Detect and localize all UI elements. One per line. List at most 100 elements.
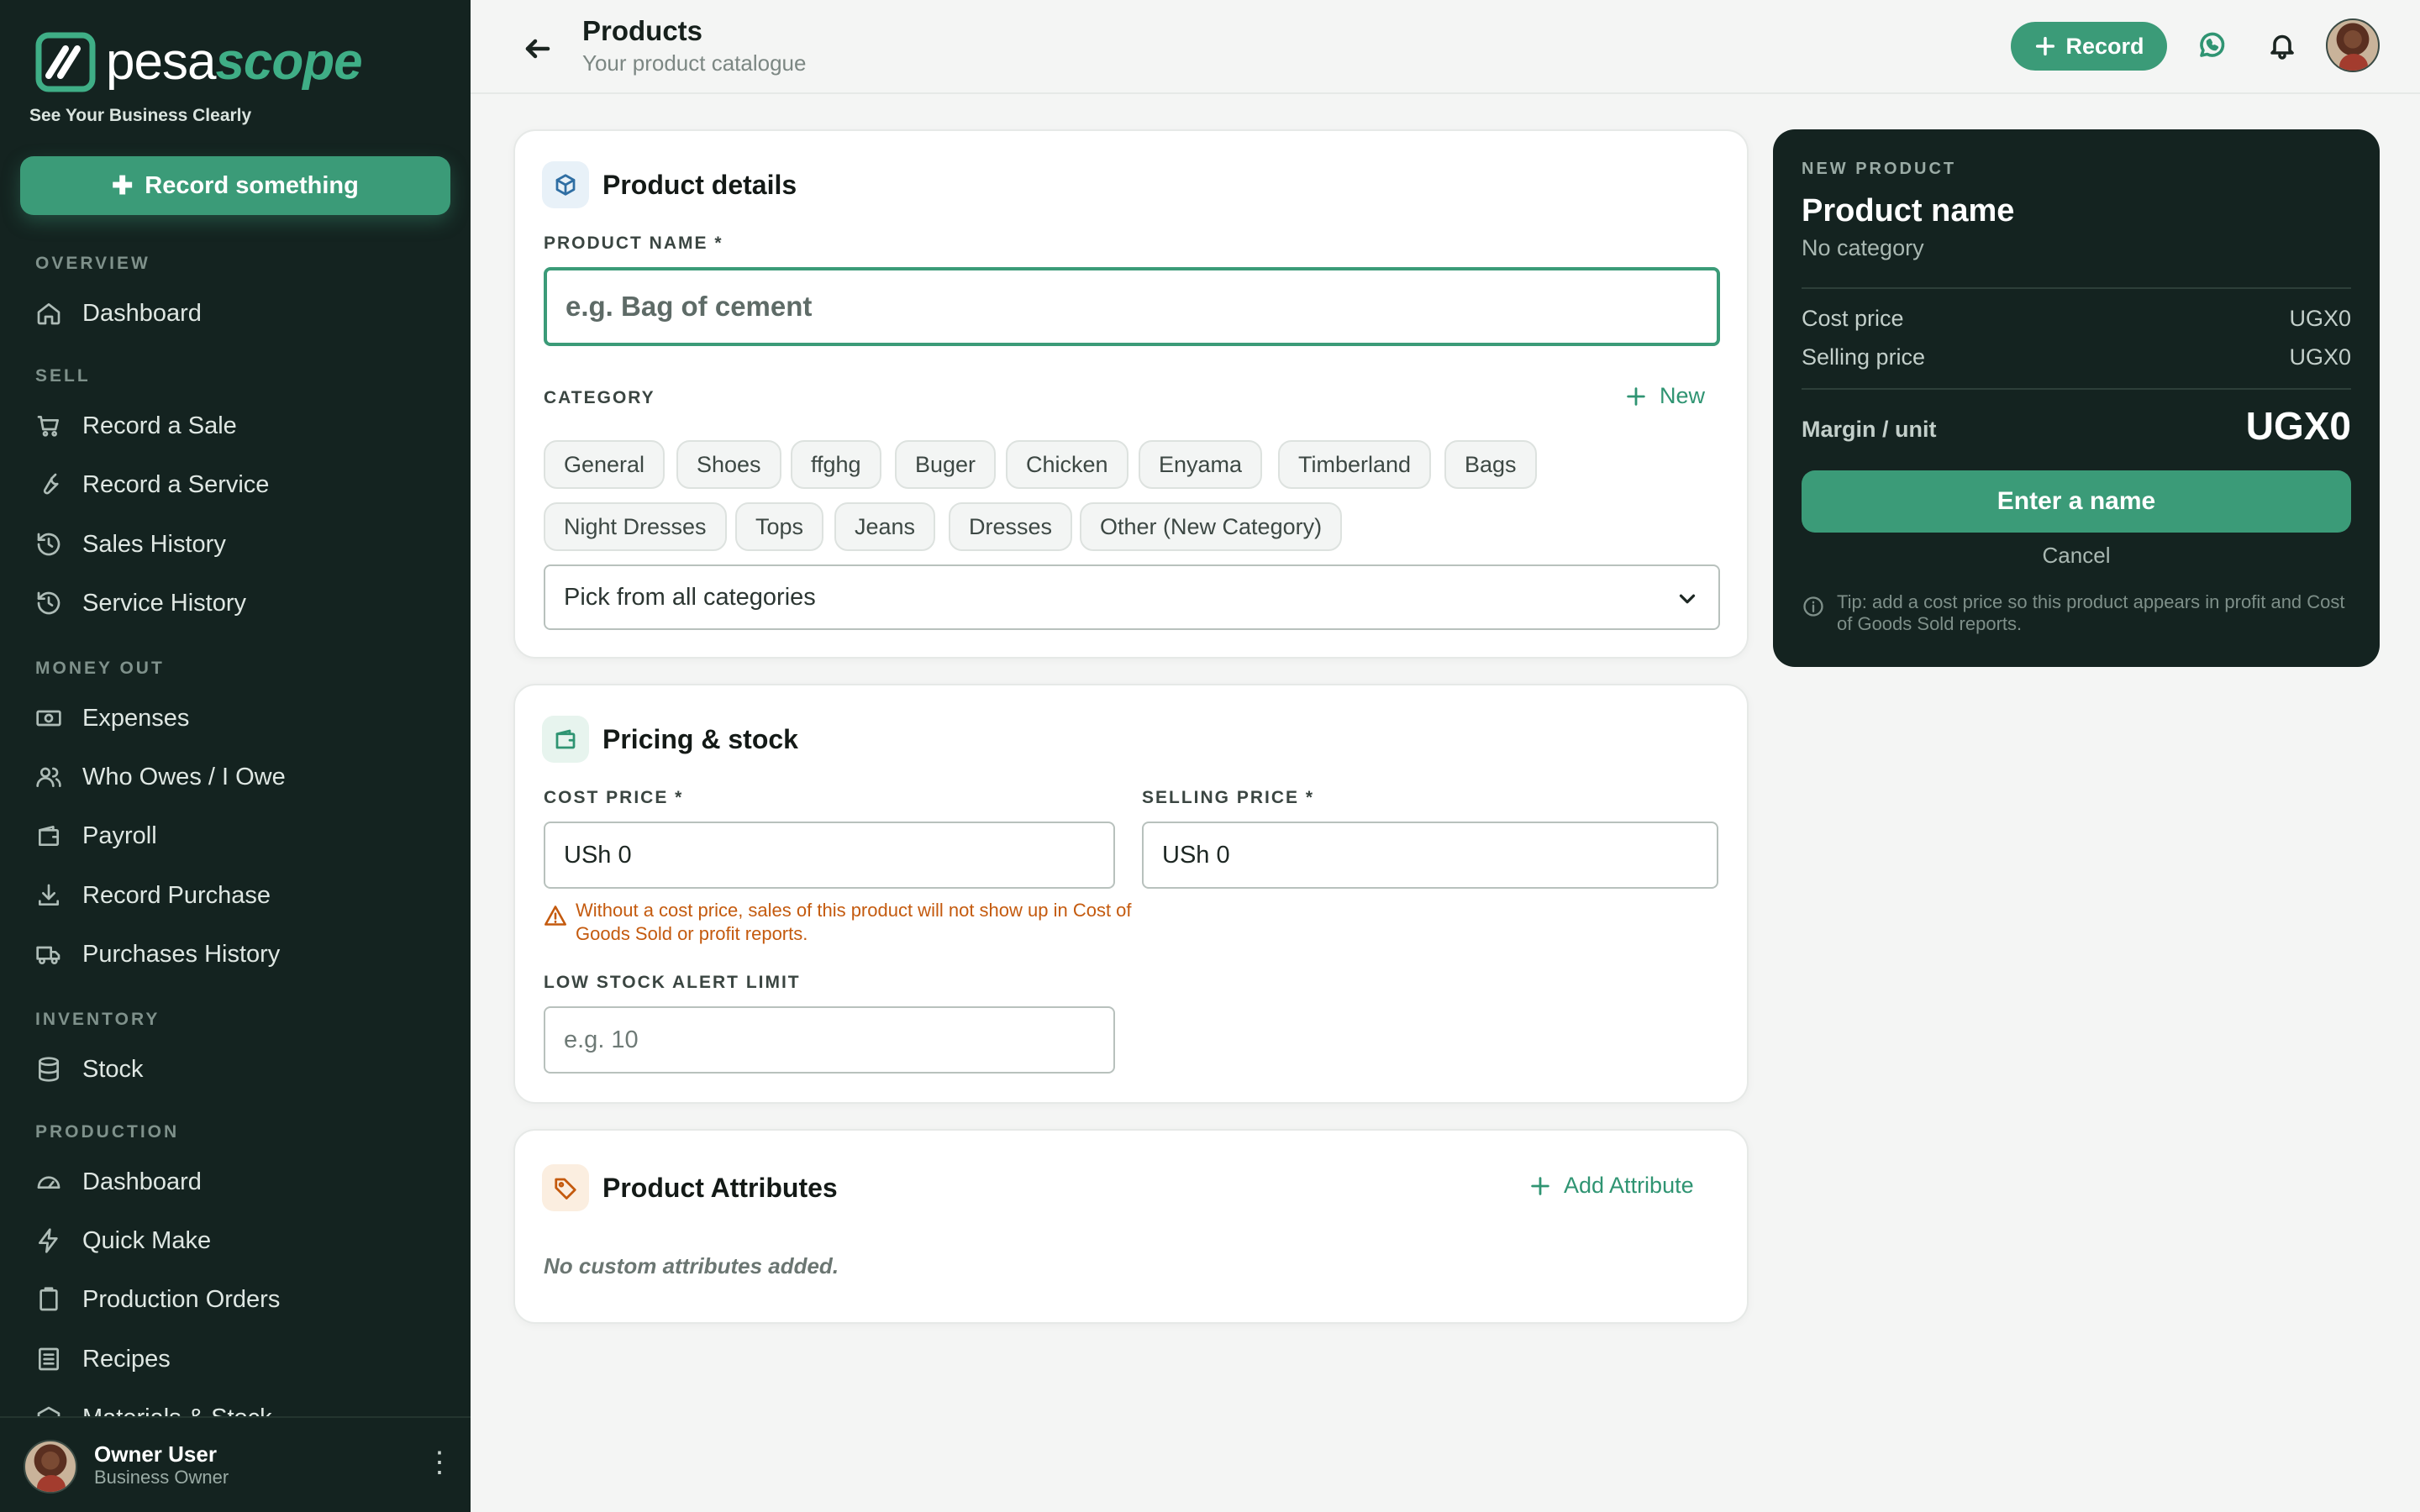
warning-icon — [544, 906, 566, 926]
user-role: Business Owner — [94, 1467, 229, 1488]
plus-icon — [1627, 386, 1645, 406]
sidebar-item-dashboard[interactable]: Dashboard — [35, 292, 202, 334]
product-preview-panel: NEW PRODUCT Product name No category Cos… — [1773, 129, 2380, 667]
category-chip[interactable]: Jeans — [834, 502, 936, 551]
preview-tip: Tip: add a cost price so this product ap… — [1802, 591, 2351, 635]
preview-cost-label: Cost price — [1802, 306, 1904, 331]
cancel-link[interactable]: Cancel — [1802, 543, 2351, 569]
preview-eyebrow: NEW PRODUCT — [1802, 160, 1957, 178]
card-title: Pricing & stock — [602, 724, 798, 754]
category-chip[interactable]: Night Dresses — [544, 502, 727, 551]
section-sell: SELL — [35, 366, 91, 386]
category-chip[interactable]: Timberland — [1278, 440, 1432, 489]
sidebar-item-who-owes[interactable]: Who Owes / I Owe — [35, 756, 286, 798]
header-avatar[interactable] — [2326, 18, 2380, 72]
sidebar-item-sales-history[interactable]: Sales History — [35, 523, 226, 565]
avatar — [24, 1440, 77, 1494]
clipboard-icon — [39, 1287, 58, 1311]
sidebar-item-service-history[interactable]: Service History — [35, 582, 246, 624]
gauge-icon — [37, 1176, 60, 1189]
truck-icon — [36, 946, 60, 964]
wallet-icon — [542, 716, 589, 763]
bell-icon[interactable] — [2267, 30, 2297, 60]
user-name: Owner User — [94, 1441, 217, 1467]
sidebar-item-recipes[interactable]: Recipes — [35, 1338, 171, 1380]
plus-icon: ✚ — [112, 171, 134, 200]
cost-price-input[interactable] — [544, 822, 1115, 889]
attributes-empty-state: No custom attributes added. — [544, 1253, 839, 1278]
sidebar-item-stock[interactable]: Stock — [35, 1048, 144, 1090]
plus-icon — [2036, 36, 2055, 56]
page-title: Products — [582, 15, 703, 46]
section-production: PRODUCTION — [35, 1122, 180, 1142]
plus-icon — [1531, 1176, 1549, 1195]
category-chip[interactable]: Tops — [735, 502, 824, 551]
whatsapp-icon[interactable] — [2196, 30, 2227, 60]
chevron-down-icon — [1679, 594, 1696, 604]
category-chip[interactable]: Shoes — [676, 440, 781, 489]
category-chip[interactable]: Bags — [1444, 440, 1537, 489]
preview-cost-value: UGX0 — [2289, 306, 2351, 331]
sidebar-item-expenses[interactable]: Expenses — [35, 697, 189, 739]
sidebar-item-purchases-history[interactable]: Purchases History — [35, 933, 280, 975]
add-attribute-button[interactable]: Add Attribute — [1528, 1173, 1694, 1199]
product-name-input[interactable] — [544, 267, 1720, 346]
preview-margin-label: Margin / unit — [1802, 417, 1937, 442]
selling-price-label: SELLING PRICE * — [1142, 788, 1315, 807]
info-icon — [1803, 596, 1823, 617]
users-icon — [36, 767, 61, 787]
sidebar: pesascope See Your Business Clearly ✚ Re… — [0, 0, 471, 1512]
brand-tagline: See Your Business Clearly — [29, 106, 252, 125]
back-arrow-icon[interactable] — [523, 34, 553, 64]
page-subtitle: Your product catalogue — [582, 50, 807, 76]
cart-icon — [37, 416, 59, 437]
category-chip[interactable]: Chicken — [1006, 440, 1128, 489]
sidebar-item-record-sale[interactable]: Record a Sale — [35, 405, 237, 447]
category-chip[interactable]: General — [544, 440, 666, 489]
user-profile-bar[interactable] — [0, 1416, 471, 1512]
category-chip[interactable]: Buger — [895, 440, 997, 489]
tag-icon — [542, 1164, 589, 1211]
preview-selling-value: UGX0 — [2289, 344, 2351, 370]
section-inventory: INVENTORY — [35, 1010, 160, 1029]
category-chip[interactable]: Other (New Category) — [1080, 502, 1343, 551]
header-record-button[interactable]: Record — [2011, 22, 2167, 71]
sidebar-item-quick-make[interactable]: Quick Make — [35, 1220, 211, 1262]
sidebar-item-record-purchase[interactable]: Record Purchase — [35, 874, 271, 916]
category-chip[interactable]: Enyama — [1139, 440, 1263, 489]
sidebar-item-production-orders[interactable]: Production Orders — [35, 1278, 280, 1320]
logo-mark-icon — [35, 32, 96, 92]
category-select[interactable]: Pick from all categories — [544, 564, 1720, 630]
wallet-icon — [39, 826, 59, 846]
low-stock-input[interactable] — [544, 1006, 1115, 1074]
bolt-icon — [39, 1228, 58, 1253]
record-something-button[interactable]: ✚ Record something — [20, 156, 450, 215]
download-icon — [39, 884, 59, 906]
more-vertical-icon[interactable]: ⋮ — [425, 1448, 454, 1477]
wrench-icon — [43, 473, 59, 495]
home-icon — [37, 303, 60, 325]
product-details-card: Product details PRODUCT NAME * CATEGORY … — [513, 129, 1749, 659]
category-chip[interactable]: Dresses — [949, 502, 1073, 551]
product-name-label: PRODUCT NAME * — [544, 234, 723, 253]
category-chip[interactable]: ffghg — [791, 440, 881, 489]
history-icon — [37, 591, 60, 615]
cash-icon — [36, 710, 61, 727]
sidebar-item-production-dashboard[interactable]: Dashboard — [35, 1161, 202, 1203]
sidebar-item-payroll[interactable]: Payroll — [35, 815, 157, 857]
brand-logo[interactable]: pesascope — [35, 32, 363, 92]
section-overview: OVERVIEW — [35, 254, 150, 273]
new-category-button[interactable]: New — [1624, 383, 1705, 409]
category-label: CATEGORY — [544, 388, 655, 407]
preview-product-name: Product name — [1802, 193, 2015, 228]
sidebar-item-record-service[interactable]: Record a Service — [35, 464, 269, 506]
cost-price-warning: Without a cost price, sales of this prod… — [544, 899, 1132, 946]
cube-icon — [542, 161, 589, 208]
preview-category: No category — [1802, 235, 1924, 260]
card-title: Product Attributes — [602, 1173, 838, 1203]
submit-product-button[interactable]: Enter a name — [1802, 470, 2351, 533]
pricing-stock-card: Pricing & stock COST PRICE * SELLING PRI… — [513, 684, 1749, 1104]
card-title: Product details — [602, 170, 797, 200]
selling-price-input[interactable] — [1142, 822, 1718, 889]
brand-name: pesascope — [106, 33, 363, 91]
